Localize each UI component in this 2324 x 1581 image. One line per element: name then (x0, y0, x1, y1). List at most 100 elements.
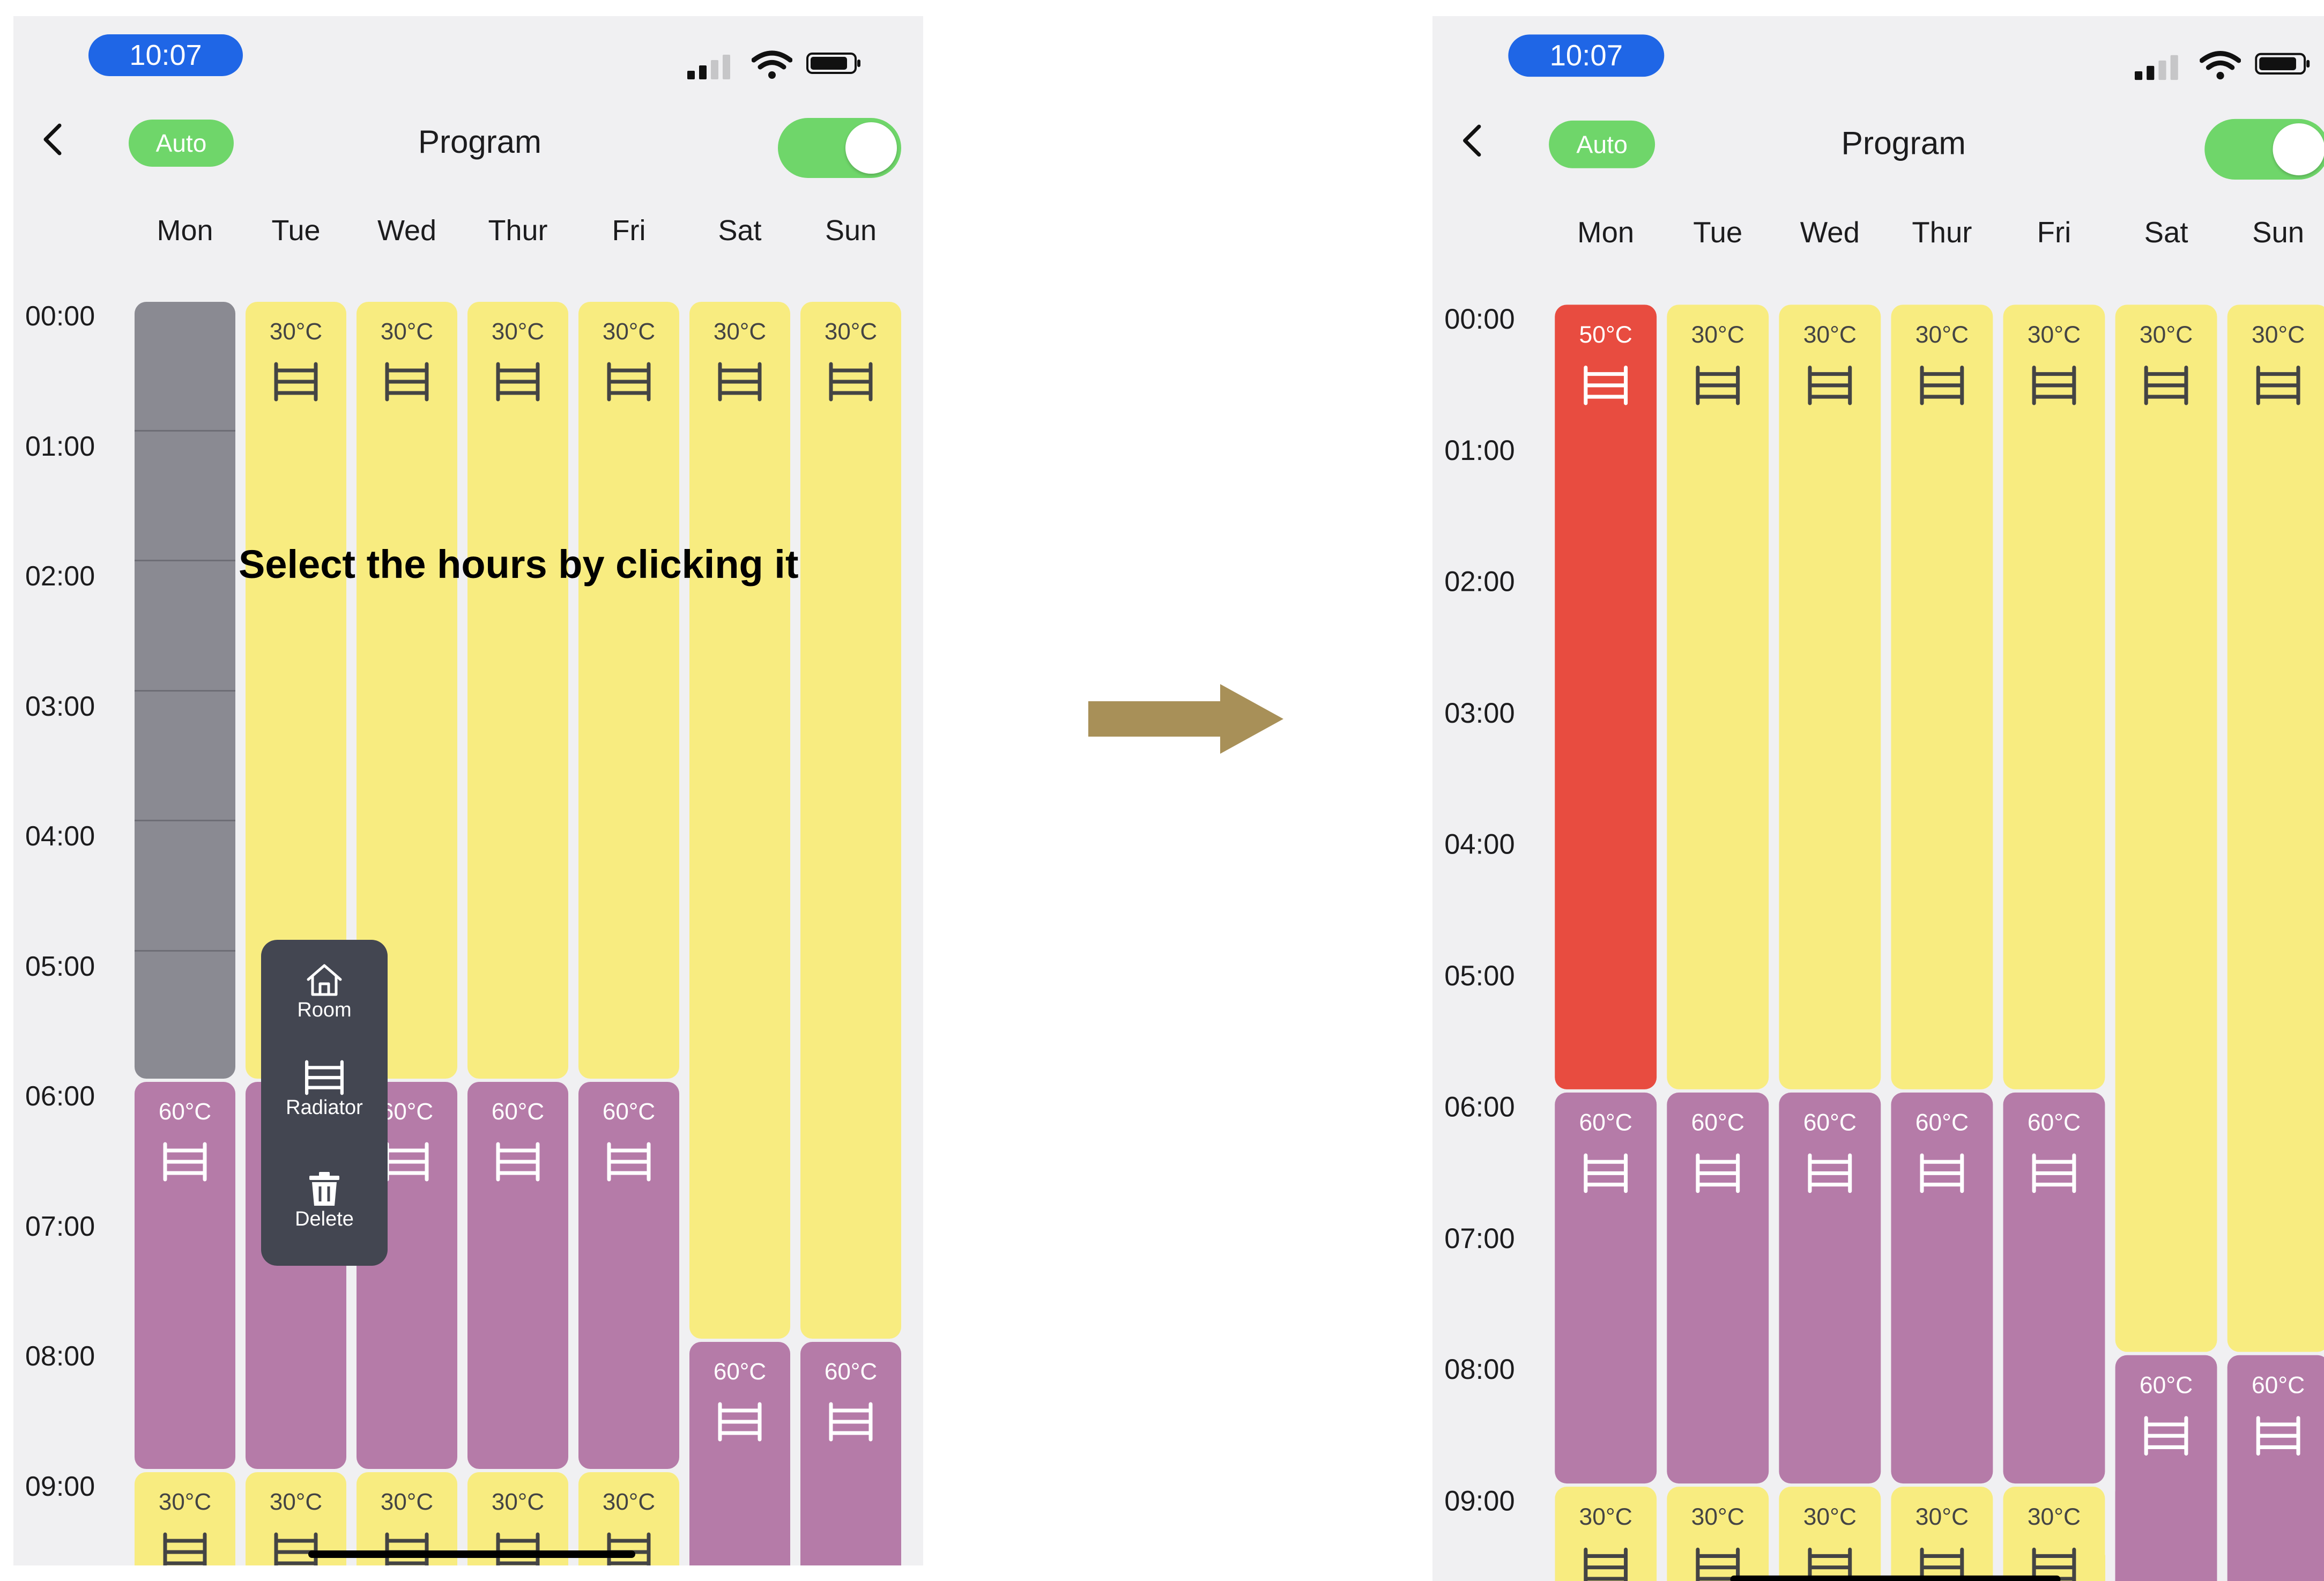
nav-bar: Auto Program (1432, 103, 2324, 180)
radiator-icon (163, 1142, 207, 1182)
page-title: Program (1841, 125, 1966, 161)
schedule-block[interactable]: 30°C (1779, 1486, 1881, 1581)
block-temperature: 30°C (1803, 321, 1857, 348)
day-label-mon: Mon (157, 214, 213, 247)
back-button[interactable] (33, 118, 76, 161)
hour-label: 04:00 (25, 821, 95, 852)
schedule-block[interactable]: 30°C (1667, 305, 1769, 1089)
block-temperature: 30°C (2027, 1503, 2081, 1530)
signal-icon (687, 71, 695, 79)
mode-badge[interactable]: Auto (1549, 120, 1655, 168)
schedule-block[interactable]: 60°C (1667, 1092, 1769, 1483)
schedule-block[interactable]: 60°C (1779, 1092, 1881, 1483)
block-temperature: 30°C (380, 1488, 434, 1515)
block-temperature: 60°C (380, 1098, 434, 1125)
block-temperature: 60°C (713, 1359, 767, 1385)
hour-label: 01:00 (1444, 435, 1515, 466)
schedule-block[interactable]: 30°C (1667, 1486, 1769, 1581)
popup-delete-item[interactable]: Delete (261, 1170, 388, 1230)
schedule-block[interactable]: 30°C (800, 302, 901, 1339)
wifi-icon (2200, 51, 2241, 80)
schedule-block[interactable]: 30°C (1779, 305, 1881, 1089)
day-label-thur: Thur (1912, 216, 1972, 249)
schedule-block[interactable]: 30°C (2115, 305, 2217, 1352)
block-temperature: 60°C (491, 1098, 545, 1125)
home-indicator (308, 1550, 635, 1558)
back-button[interactable] (1452, 119, 1495, 162)
hour-label: 06:00 (1444, 1091, 1515, 1123)
radiator-icon (829, 362, 873, 402)
block-temperature: 30°C (380, 318, 434, 345)
day-label-sat: Sat (718, 214, 762, 247)
screen-after: 10:07 Auto Program Mon Tue Wed Thur Fri … (1432, 16, 2324, 1581)
schedule-block[interactable]: 60°C (2227, 1355, 2324, 1581)
schedule-block[interactable]: 60°C (1555, 1092, 1657, 1483)
hour-label: 03:00 (1444, 697, 1515, 729)
block-temperature: 30°C (269, 318, 323, 345)
hour-label: 04:00 (1444, 829, 1515, 860)
schedule-block[interactable]: 60°C (578, 1082, 679, 1469)
radiator-icon (607, 1532, 651, 1565)
hour-label: 07:00 (25, 1211, 95, 1242)
schedule-block[interactable]: 30°C (689, 302, 790, 1339)
block-temperature: 50°C (1579, 321, 1632, 348)
status-icons (687, 47, 864, 79)
popup-radiator-item[interactable]: Radiator (261, 1059, 388, 1119)
block-temperature: 60°C (2027, 1109, 2081, 1136)
hour-label: 09:00 (1444, 1485, 1515, 1517)
radiator-icon (1584, 1547, 1628, 1581)
day-label-tue: Tue (1693, 216, 1743, 249)
day-label-wed: Wed (377, 214, 437, 247)
radiator-icon (385, 362, 429, 402)
radiator-icon (607, 362, 651, 402)
program-toggle[interactable] (778, 118, 901, 178)
program-toggle[interactable] (2204, 118, 2324, 180)
schedule-block[interactable]: 30°C (2003, 1486, 2105, 1581)
schedule-block[interactable]: 30°C (467, 302, 568, 1079)
hour-label: 07:00 (1444, 1222, 1515, 1255)
radiator-icon (2256, 1416, 2300, 1456)
schedule-block[interactable]: 60°C (2003, 1092, 2105, 1483)
schedule-block[interactable]: 60°C (1891, 1092, 1993, 1483)
hour-divider (135, 560, 235, 561)
status-icons (2134, 48, 2313, 80)
block-temperature: 30°C (602, 1488, 656, 1515)
mode-badge[interactable]: Auto (129, 120, 234, 167)
block-temperature: 30°C (2027, 321, 2081, 348)
block-temperature: 30°C (2139, 321, 2193, 348)
radiator-icon (305, 1060, 344, 1095)
day-label-mon: Mon (1577, 216, 1635, 249)
schedule-block[interactable]: 30°C (135, 1472, 235, 1565)
block-temperature: 60°C (2251, 1372, 2305, 1399)
radiator-icon (2032, 1153, 2076, 1193)
schedule-block[interactable]: 30°C (2227, 305, 2324, 1352)
schedule-block[interactable]: 60°C (800, 1342, 901, 1565)
day-label-sun: Sun (2252, 216, 2305, 249)
schedule-block[interactable]: 60°C (2115, 1355, 2217, 1581)
schedule-block[interactable]: 60°C (689, 1342, 790, 1565)
signal-icon (2158, 60, 2166, 80)
schedule-block[interactable]: 30°C (1891, 1486, 1993, 1581)
radiator-icon (385, 1142, 429, 1182)
day-label-fri: Fri (612, 214, 646, 247)
page-title: Program (418, 124, 542, 160)
block-popup-menu: Room Radiator Delete (261, 940, 388, 1266)
hour-divider (135, 949, 235, 952)
popup-room-label: Room (297, 999, 352, 1021)
schedule-block[interactable]: 30°C (2003, 305, 2105, 1089)
schedule-block[interactable]: 60°C (135, 1082, 235, 1469)
schedule-block[interactable]: 50°C (1555, 305, 1657, 1089)
block-temperature: 30°C (1579, 1503, 1632, 1530)
schedule-block[interactable]: 30°C (1555, 1486, 1657, 1581)
popup-room-item[interactable]: Room (261, 961, 388, 1021)
schedule-block[interactable]: 30°C (578, 302, 679, 1079)
trash-icon (309, 1172, 339, 1206)
radiator-icon (2144, 1416, 2188, 1456)
radiator-icon (2256, 365, 2300, 405)
radiator-icon (2032, 365, 2076, 405)
schedule-block[interactable]: 30°C (1891, 305, 1993, 1089)
radiator-icon (1696, 365, 1740, 405)
home-indicator (1730, 1575, 2061, 1581)
radiator-icon (274, 362, 318, 402)
schedule-block[interactable]: 60°C (467, 1082, 568, 1469)
